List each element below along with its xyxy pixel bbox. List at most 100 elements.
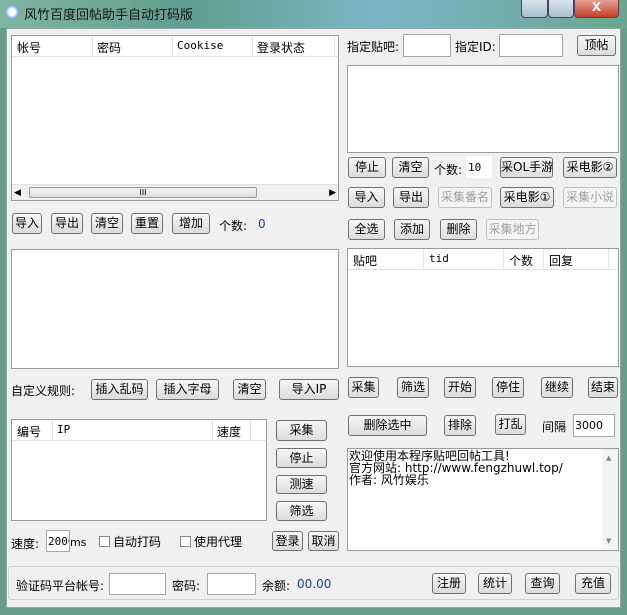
captcha-password-label: 密码: xyxy=(172,579,201,593)
accounts-list[interactable]: 帐号 密码 Cookise 登录状态 ◀ III ▶ xyxy=(11,35,339,201)
import-button[interactable]: 导入 xyxy=(348,187,385,208)
proxy-list[interactable]: 编号 IP 速度 xyxy=(11,419,267,521)
delete-button[interactable]: 删除 xyxy=(440,219,477,240)
stop-proxy-button[interactable]: 停止 xyxy=(276,448,327,468)
recharge-button[interactable]: 充值 xyxy=(575,573,611,594)
scroll-down-icon[interactable]: ▼ xyxy=(606,535,611,547)
insert-random-button[interactable]: 插入乱码 xyxy=(91,379,148,400)
collect-button[interactable]: 采集 xyxy=(348,377,379,398)
interval-input[interactable]: 3000 xyxy=(573,414,615,437)
collect-proxy-button[interactable]: 采集 xyxy=(276,420,327,441)
target-id-label: 指定ID: xyxy=(455,40,496,54)
resume-button[interactable]: 继续 xyxy=(541,377,573,398)
app-icon xyxy=(5,5,19,19)
login-button[interactable]: 登录 xyxy=(272,531,303,551)
col-login-status[interactable]: 登录状态 xyxy=(257,39,305,56)
threads-header: 贴吧 tid 个数 回复 xyxy=(348,249,618,270)
top-post-button[interactable]: 顶帖 xyxy=(577,35,616,56)
clear-rules-button[interactable]: 清空 xyxy=(233,379,266,400)
auto-captcha-label: 自动打码 xyxy=(113,535,162,549)
filter-button[interactable]: 筛选 xyxy=(397,377,429,398)
filter-proxy-button[interactable]: 筛选 xyxy=(276,501,327,521)
target-bar-input[interactable] xyxy=(403,34,451,57)
col-reply[interactable]: 回复 xyxy=(549,252,573,269)
speed-unit: ms xyxy=(70,536,87,549)
reset-button[interactable]: 重置 xyxy=(131,213,163,234)
use-proxy-label: 使用代理 xyxy=(194,535,243,549)
scroll-up-icon[interactable]: ▲ xyxy=(606,452,611,464)
stats-button[interactable]: 统计 xyxy=(478,573,512,594)
log-line: 作者: 风竹娱乐 xyxy=(349,473,429,487)
clear-button[interactable]: 清空 xyxy=(392,157,429,178)
target-id-input[interactable] xyxy=(499,34,563,57)
register-button[interactable]: 注册 xyxy=(432,573,466,594)
captcha-password-input[interactable] xyxy=(207,573,256,595)
account-count: 0 xyxy=(258,217,266,231)
scroll-right-icon[interactable]: ▶ xyxy=(329,188,336,198)
collect-movie-1-button[interactable]: 采电影① xyxy=(500,187,554,208)
account-count-label: 个数: xyxy=(219,219,248,233)
auto-captcha-checkbox[interactable]: 自动打码 xyxy=(99,533,161,550)
maximize-button[interactable] xyxy=(548,0,574,18)
col-cookie[interactable]: Cookise xyxy=(177,39,223,52)
vertical-scrollbar[interactable]: ▲ ▼ xyxy=(602,449,618,550)
col-number[interactable]: 编号 xyxy=(17,423,41,440)
balance-label: 余额: xyxy=(262,579,291,593)
title-bar: 风竹百度回帖助手自动打码版 X xyxy=(0,0,627,28)
col-count[interactable]: 个数 xyxy=(509,252,533,269)
insert-letters-button[interactable]: 插入字母 xyxy=(156,379,219,400)
import-ip-button[interactable]: 导入IP xyxy=(279,379,339,400)
query-button[interactable]: 查询 xyxy=(525,573,560,594)
delete-selected-button[interactable]: 删除选中 xyxy=(348,415,427,436)
collect-movie-2-button[interactable]: 采电影② xyxy=(563,157,617,178)
threads-list[interactable]: 贴吧 tid 个数 回复 xyxy=(347,248,619,367)
captcha-account-input[interactable] xyxy=(109,573,166,595)
import-accounts-button[interactable]: 导入 xyxy=(12,213,42,234)
balance-value: 00.00 xyxy=(297,577,332,591)
use-proxy-checkbox[interactable]: 使用代理 xyxy=(180,533,242,550)
collect-ol-games-button[interactable]: 采OL手游 xyxy=(500,157,553,178)
exclude-button[interactable]: 排除 xyxy=(444,415,476,436)
target-bar-label: 指定贴吧: xyxy=(347,40,400,54)
horizontal-scrollbar[interactable]: ◀ III ▶ xyxy=(12,184,338,200)
keywords-textarea[interactable] xyxy=(347,65,619,153)
count-label: 个数: xyxy=(434,163,463,177)
count-input[interactable]: 10 xyxy=(466,156,492,178)
col-account[interactable]: 帐号 xyxy=(17,39,41,56)
collect-novels-button[interactable]: 采集小说 xyxy=(563,187,617,208)
start-button[interactable]: 开始 xyxy=(444,377,476,398)
col-ip[interactable]: IP xyxy=(57,423,70,436)
minimize-button[interactable] xyxy=(521,0,548,18)
content-textarea[interactable] xyxy=(11,249,339,369)
log-textarea[interactable]: 欢迎使用本程序贴吧回帖工具! 官方网站: http://www.fengzhuw… xyxy=(347,448,619,551)
captcha-account-label: 验证码平台帐号: xyxy=(16,579,105,593)
col-bar[interactable]: 贴吧 xyxy=(353,252,377,269)
collect-places-button[interactable]: 采集地方 xyxy=(486,219,539,240)
speed-label: 速度: xyxy=(11,537,40,551)
custom-rule-label: 自定义规则: xyxy=(11,384,76,398)
scroll-left-icon[interactable]: ◀ xyxy=(14,188,21,198)
shuffle-button[interactable]: 打乱 xyxy=(495,414,526,435)
end-button[interactable]: 结束 xyxy=(588,377,618,398)
export-accounts-button[interactable]: 导出 xyxy=(51,213,83,234)
clear-accounts-button[interactable]: 清空 xyxy=(91,213,123,234)
export-button[interactable]: 导出 xyxy=(393,187,429,208)
col-password[interactable]: 密码 xyxy=(97,39,121,56)
speed-input[interactable]: 2000 xyxy=(46,530,70,552)
collect-names-button[interactable]: 采集番名 xyxy=(438,187,492,208)
test-speed-button[interactable]: 测速 xyxy=(276,475,327,494)
window-title: 风竹百度回帖助手自动打码版 xyxy=(24,8,194,23)
proxy-header: 编号 IP 速度 xyxy=(12,420,266,441)
select-all-button[interactable]: 全选 xyxy=(348,219,385,240)
col-speed[interactable]: 速度 xyxy=(217,423,241,440)
add-account-button[interactable]: 增加 xyxy=(172,213,210,234)
accounts-header: 帐号 密码 Cookise 登录状态 xyxy=(12,36,338,57)
stop-button[interactable]: 停止 xyxy=(348,157,386,178)
col-tid[interactable]: tid xyxy=(429,252,449,265)
pause-button[interactable]: 停住 xyxy=(492,377,524,398)
interval-label: 间隔 xyxy=(542,420,567,434)
add-button[interactable]: 添加 xyxy=(394,219,430,240)
close-button[interactable]: X xyxy=(574,0,619,18)
scroll-thumb[interactable]: III xyxy=(29,187,257,198)
cancel-button[interactable]: 取消 xyxy=(308,531,339,551)
